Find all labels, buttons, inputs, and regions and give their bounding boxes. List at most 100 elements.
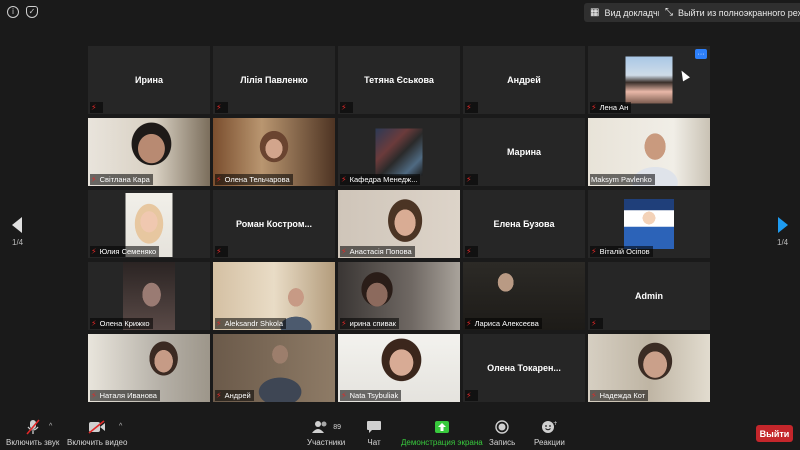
profile-photo xyxy=(375,128,423,176)
participant-tile[interactable]: Admin ⚡ xyxy=(588,262,710,330)
participants-button[interactable]: 89 Участники xyxy=(307,419,345,447)
participant-label: ⚡ xyxy=(590,318,603,329)
participant-name: Елена Бузова xyxy=(493,219,555,229)
participant-tile[interactable]: Елена Бузова ⚡ xyxy=(463,190,585,258)
participant-label: ⚡ ирина спивак xyxy=(340,318,399,329)
participant-name: Вiталiй Осiпов xyxy=(599,247,650,256)
share-screen-button[interactable]: Демонстрация экрана xyxy=(401,419,483,447)
participant-tile[interactable]: ⚡ Світлана Кара xyxy=(88,118,210,186)
muted-mic-icon: ⚡ xyxy=(91,391,97,400)
participant-name: Maksym Pavlenko xyxy=(591,175,652,184)
participant-name: Олена Тельчарова xyxy=(224,175,290,184)
participants-count: 89 xyxy=(333,423,341,431)
muted-mic-icon: ⚡ xyxy=(341,319,347,328)
muted-mic-icon: ⚡ xyxy=(466,175,472,184)
record-icon xyxy=(495,419,509,435)
muted-mic-icon: ⚡ xyxy=(591,103,597,112)
participant-label: ⚡ Наталя Иванова xyxy=(90,390,160,401)
participant-tile[interactable]: Марина ⚡ xyxy=(463,118,585,186)
participant-tile[interactable]: ⚡ Кафедра Менедж... xyxy=(338,118,460,186)
info-icon[interactable]: i xyxy=(7,6,19,18)
muted-mic-icon: ⚡ xyxy=(91,175,97,184)
participant-tile[interactable]: Роман Костром... ⚡ xyxy=(213,190,335,258)
participants-icon: 89 xyxy=(311,419,341,435)
exit-fullscreen-label: Выйти из полноэкранного режима xyxy=(678,7,800,18)
muted-mic-icon: ⚡ xyxy=(466,247,472,256)
muted-mic-icon: ⚡ xyxy=(216,319,222,328)
participants-label: Участники xyxy=(307,438,346,447)
muted-mic-icon: ⚡ xyxy=(466,319,472,328)
muted-mic-icon: ⚡ xyxy=(591,319,597,328)
muted-mic-icon: ⚡ xyxy=(591,247,597,256)
participant-label: ⚡ Олена Тельчарова xyxy=(215,174,293,185)
participant-name: Анастасія Попова xyxy=(349,247,412,256)
chat-bubble-icon xyxy=(366,419,382,435)
grid-view-icon: ▦ xyxy=(590,7,600,18)
participant-name: Лена Ан xyxy=(599,103,629,112)
participant-label: ⚡ Лариса Алексеєва xyxy=(465,318,542,329)
participant-tile[interactable]: Ирина ⚡ xyxy=(88,46,210,114)
participant-tile[interactable]: ⚡ Наталя Иванова xyxy=(88,334,210,402)
participant-name: Світлана Кара xyxy=(99,175,150,184)
muted-mic-icon: ⚡ xyxy=(341,391,347,400)
reactions-button[interactable]: + Реакции xyxy=(534,419,565,447)
participant-tile[interactable]: ⚡ Aleksandr Shkola xyxy=(213,262,335,330)
participant-tile[interactable]: ⚡ Надежда Кот xyxy=(588,334,710,402)
more-options-icon[interactable]: ··· xyxy=(695,49,707,59)
profile-photo xyxy=(625,56,673,104)
participant-name: Admin xyxy=(635,291,663,301)
page-indicator-right: 1/4 xyxy=(777,238,789,247)
participant-label: ⚡ xyxy=(340,102,353,113)
participant-label: ⚡ Андрей xyxy=(215,390,254,401)
participant-label: ⚡ xyxy=(215,246,228,257)
participant-label: ⚡ Надежда Кот xyxy=(590,390,649,401)
leave-meeting-button[interactable]: Выйти xyxy=(756,425,793,442)
chat-button[interactable]: Чат xyxy=(366,419,382,447)
participant-tile[interactable]: ⚡ Андрей xyxy=(213,334,335,402)
participant-tile[interactable]: Лілія Павленко ⚡ xyxy=(213,46,335,114)
participant-tile[interactable]: ⚡ Вiталiй Осiпов xyxy=(588,190,710,258)
participant-grid: Ирина ⚡ Лілія Павленко ⚡ Тетяна Єськова … xyxy=(88,46,712,404)
participant-name: Наталя Иванова xyxy=(99,391,157,400)
participant-tile[interactable]: Тетяна Єськова ⚡ xyxy=(338,46,460,114)
muted-mic-icon: ⚡ xyxy=(216,103,222,112)
participant-name: Роман Костром... xyxy=(236,219,312,229)
muted-microphone-icon xyxy=(26,419,40,435)
previous-page-arrow-icon[interactable] xyxy=(9,215,25,235)
record-button[interactable]: Запись xyxy=(489,419,515,447)
participant-tile[interactable]: ⚡ Юлия Семеняко xyxy=(88,190,210,258)
participant-name: Лілія Павленко xyxy=(240,75,308,85)
exit-fullscreen-icon: ⤡ xyxy=(665,7,673,18)
participant-tile[interactable]: ⚡ Лариса Алексеєва xyxy=(463,262,585,330)
unmute-label: Включить звук xyxy=(6,438,60,447)
participant-tile[interactable]: ⚡ Олена Тельчарова xyxy=(213,118,335,186)
chat-label: Чат xyxy=(367,438,381,447)
muted-mic-icon: ⚡ xyxy=(341,247,347,256)
participant-name: Олена Токарен... xyxy=(487,363,561,373)
participant-name: Nata Tsybuliak xyxy=(349,391,399,400)
video-options-caret-icon[interactable]: ^ xyxy=(119,423,122,430)
participant-tile[interactable]: ⚡ ирина спивак xyxy=(338,262,460,330)
participant-tile[interactable]: ⚡ Анастасія Попова xyxy=(338,190,460,258)
muted-mic-icon: ⚡ xyxy=(591,391,597,400)
participant-label: ⚡ xyxy=(90,102,103,113)
audio-options-caret-icon[interactable]: ^ xyxy=(49,423,52,430)
participant-label: ⚡ Вiталiй Осiпов xyxy=(590,246,653,257)
participant-tile[interactable]: Андрей ⚡ xyxy=(463,46,585,114)
participant-label: ⚡ Лена Ан xyxy=(590,102,632,113)
participant-tile[interactable]: ⚡ Nata Tsybuliak xyxy=(338,334,460,402)
muted-mic-icon: ⚡ xyxy=(216,175,222,184)
participant-tile[interactable]: Олена Токарен... ⚡ xyxy=(463,334,585,402)
participant-name: Андрей xyxy=(224,391,251,400)
muted-mic-icon: ⚡ xyxy=(466,103,472,112)
participant-tile[interactable]: ⚡ Олена Крижко xyxy=(88,262,210,330)
participant-tile[interactable]: ··· ⚡ Лена Ан xyxy=(588,46,710,114)
participant-name: Андрей xyxy=(507,75,541,85)
active-speaker-tile[interactable]: Maksym Pavlenko xyxy=(588,118,710,186)
next-page-arrow-icon[interactable] xyxy=(775,215,791,235)
record-label: Запись xyxy=(489,438,516,447)
muted-mic-icon: ⚡ xyxy=(341,103,347,112)
security-shield-icon[interactable]: ✓ xyxy=(26,6,38,18)
participant-label: ⚡ Юлия Семеняко xyxy=(90,246,160,257)
exit-fullscreen-button[interactable]: ⤡ Выйти из полноэкранного режима xyxy=(659,3,800,22)
